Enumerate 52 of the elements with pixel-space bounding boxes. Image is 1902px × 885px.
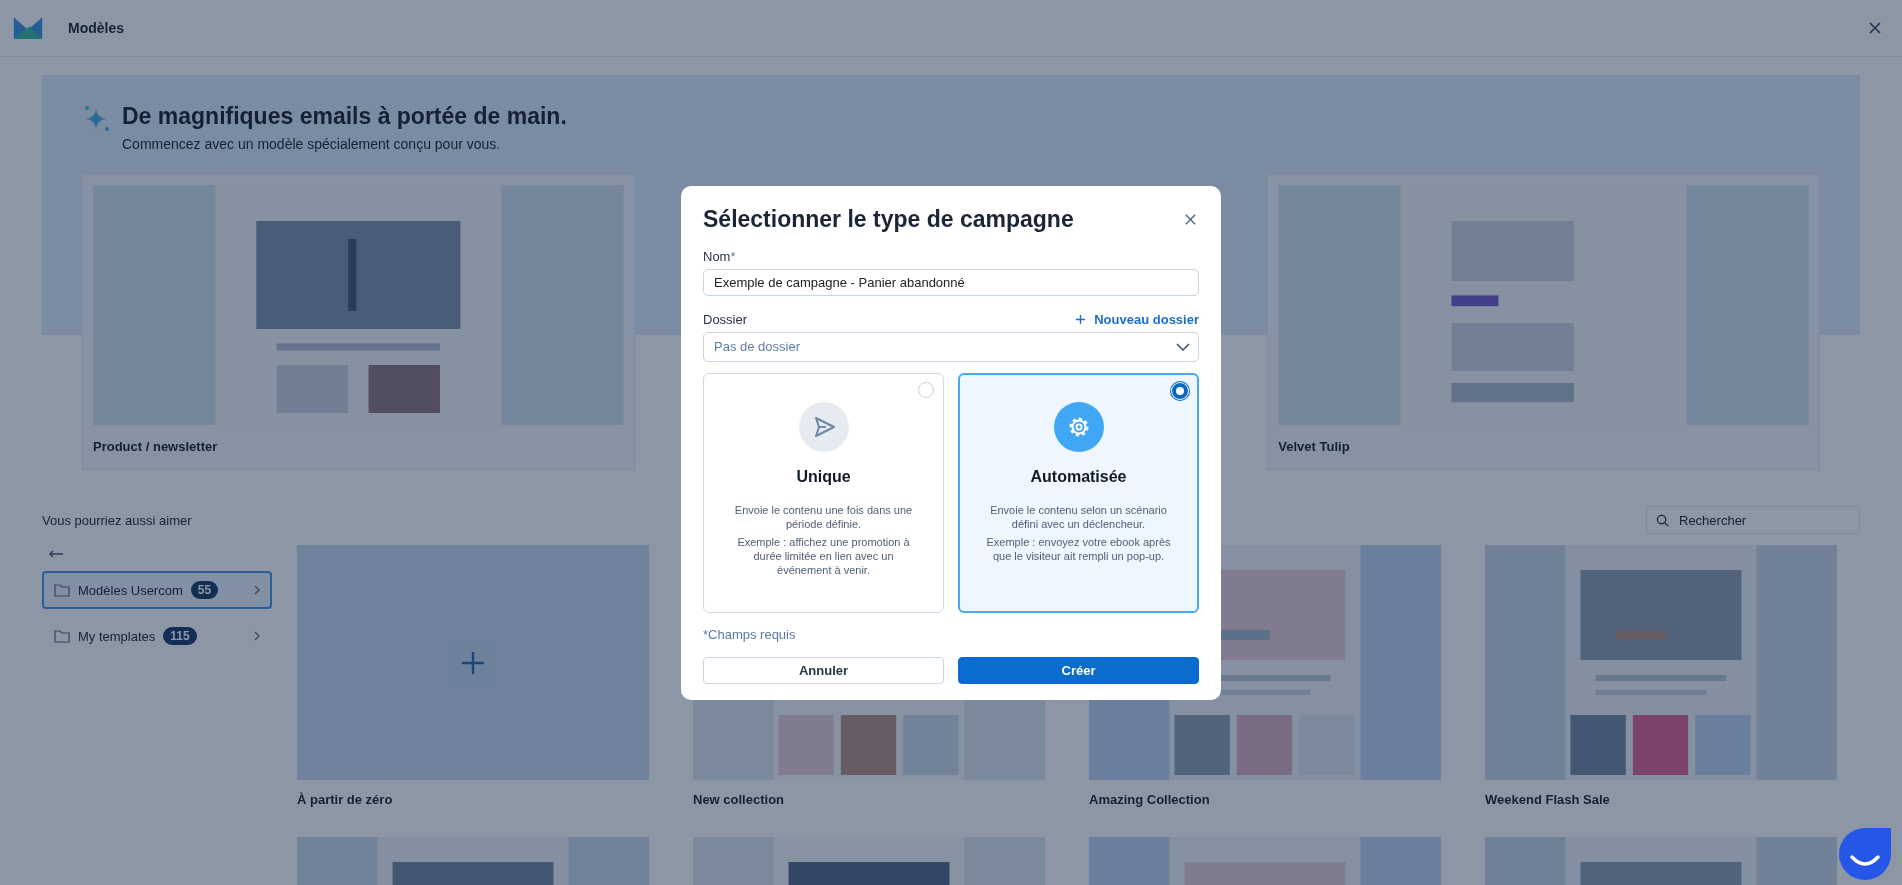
campaign-type-card[interactable]: Unique Envoie le contenu une fois dans une période définie. Exemple : affichez une promotion à durée limitée en lien avec un événement à venir. <box>703 372 944 613</box>
app-title: Modèles <box>68 20 125 36</box>
field-label: Dossier <box>703 311 748 327</box>
radio-button[interactable] <box>1172 382 1188 399</box>
hero-title: De magnifiques emails à portée de main. <box>122 103 567 130</box>
folder-label: Modèles Usercom <box>78 582 183 598</box>
close-icon[interactable] <box>1868 21 1882 35</box>
new-folder-link[interactable]: Nouveau dossier <box>1075 311 1199 327</box>
count-badge: 55 <box>190 581 219 599</box>
chevron-icon <box>254 585 260 595</box>
folder-dropdown[interactable]: Pas de dossier <box>703 331 1199 362</box>
section-title: Vous pourriez aussi aimer <box>42 512 192 528</box>
plus-icon <box>1075 313 1087 325</box>
folder-item[interactable]: Modèles Usercom 55 <box>42 571 272 609</box>
logo-icon <box>12 15 44 41</box>
chevron-icon <box>254 631 260 641</box>
hero-subtitle: Commencez avec un modèle spécialement conçu pour vous. <box>122 136 502 152</box>
folder-icon <box>54 629 70 643</box>
dialog-title: Sélectionner le type de campagne <box>703 205 1074 233</box>
template-title: À partir de zéro <box>297 792 394 807</box>
create-button[interactable]: Créer <box>958 656 1199 684</box>
search-field[interactable]: Rechercher <box>1646 506 1860 534</box>
folder-item[interactable]: My templates 115 <box>42 617 272 655</box>
option-description: Envoie le contenu selon un scénario défini avec un déclencheur. <box>989 502 1168 531</box>
sparkle-icon <box>82 103 112 133</box>
template-card[interactable]: Product / newsletter <box>82 174 635 470</box>
template-title: Amazing Collection <box>1089 792 1211 807</box>
chat-bubble-icon[interactable] <box>1838 827 1892 881</box>
template-title: Product / newsletter <box>93 439 219 454</box>
search-icon <box>1656 514 1669 527</box>
template-card[interactable]: Velvet Tulip <box>1267 174 1820 470</box>
chevron-icon <box>1176 342 1190 351</box>
template-title: Weekend Flash Sale <box>1485 792 1611 807</box>
send-icon <box>798 401 849 452</box>
field-label: Nom* <box>703 248 737 264</box>
back-arrow-icon[interactable] <box>48 549 64 559</box>
campaign-type-card[interactable]: Automatisée Envoie le contenu selon un scénario défini avec un déclencheur. Exemple : envoyez votre ebook après que le visiteur ait rempli un pop-up. <box>958 372 1199 613</box>
option-description: Envoie le contenu une fois dans une période définie. <box>733 502 914 531</box>
folder-label: My templates <box>78 628 156 644</box>
count-badge: 115 <box>163 627 197 645</box>
option-title: Unique <box>796 467 851 486</box>
template-title: New collection <box>693 792 786 807</box>
gear-icon <box>1053 401 1104 452</box>
close-icon[interactable] <box>1184 212 1197 226</box>
required-note: *Champs requis <box>703 626 797 642</box>
name-field[interactable]: Exemple de campagne - Panier abandonné <box>703 268 1199 296</box>
option-example: Exemple : envoyez votre ebook après que le visiteur ait rempli un pop-up. <box>985 534 1172 563</box>
option-example: Exemple : affichez une promotion à durée limitée en lien avec un événement à venir. <box>736 534 911 577</box>
template-title: Velvet Tulip <box>1278 439 1351 454</box>
cancel-button[interactable]: Annuler <box>703 656 944 684</box>
option-title: Automatisée <box>1030 467 1127 486</box>
folder-icon <box>54 583 70 597</box>
